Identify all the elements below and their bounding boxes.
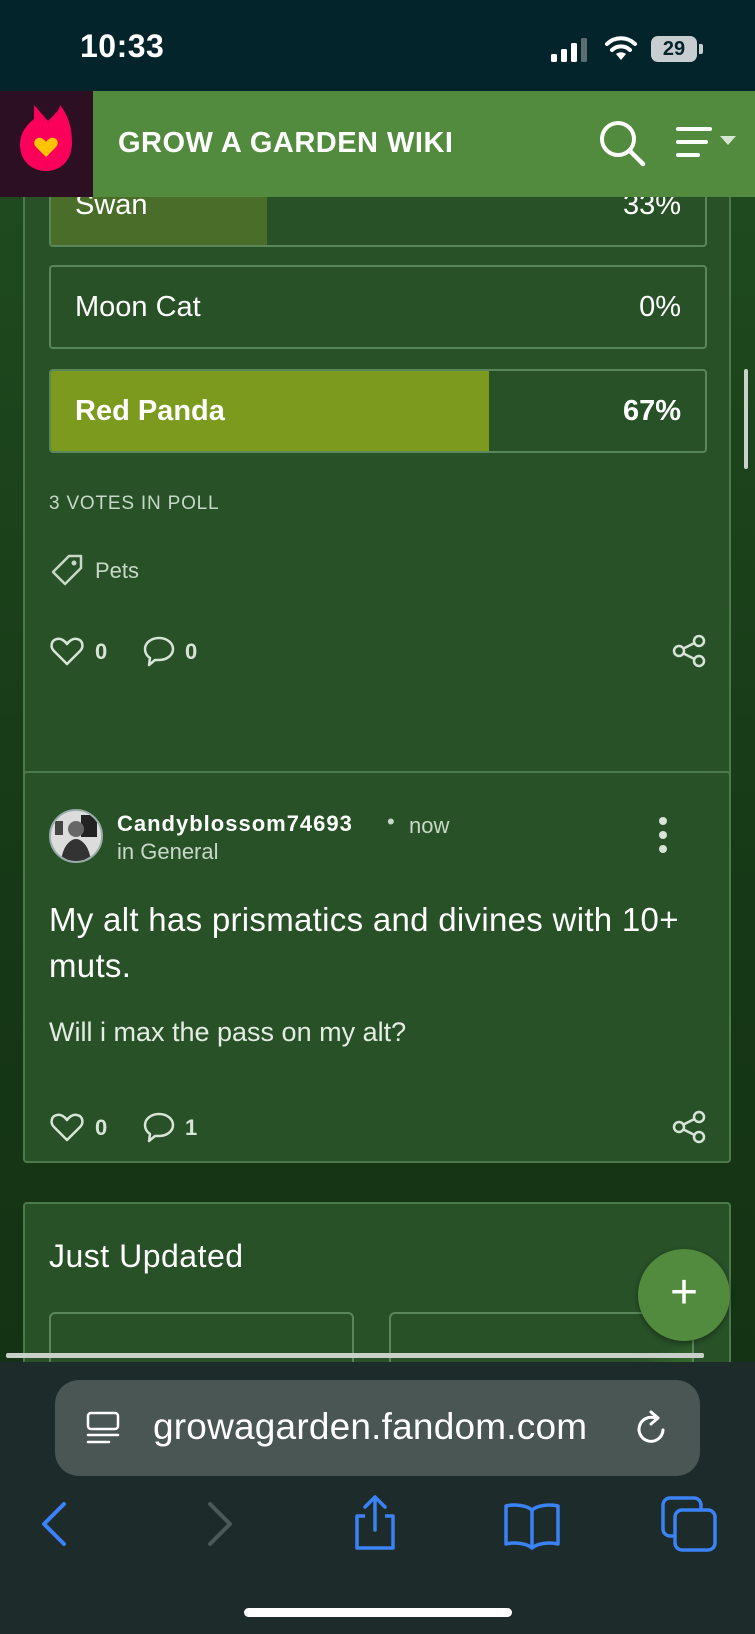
battery-level: 29: [662, 38, 686, 60]
comment-icon[interactable]: [141, 1109, 177, 1145]
create-post-button[interactable]: +: [638, 1249, 730, 1341]
wifi-icon: [605, 36, 637, 60]
plus-icon: +: [669, 1266, 699, 1319]
battery-icon: 29: [651, 36, 703, 62]
comment-icon[interactable]: [141, 633, 177, 669]
reload-icon[interactable]: [633, 1408, 671, 1448]
post-actions: 0 1: [49, 1109, 709, 1149]
home-indicator[interactable]: [244, 1608, 512, 1617]
poll-option-percent: 33%: [622, 197, 681, 221]
tag-icon: [51, 554, 83, 586]
forward-icon[interactable]: [188, 1494, 248, 1554]
avatar[interactable]: [49, 809, 103, 863]
poll-option-red-panda[interactable]: Red Panda 67%: [49, 369, 707, 453]
poll-vote-count: 3 VOTES IN POLL: [49, 493, 220, 514]
post-title[interactable]: My alt has prismatics and divines with 1…: [49, 897, 699, 989]
like-count: 0: [95, 639, 108, 664]
cellular-signal-icon: [551, 38, 587, 62]
browser-toolbar: growagarden.fandom.com: [0, 1362, 755, 1634]
separator-dot: •: [387, 809, 395, 834]
page-load-indicator: [6, 1353, 704, 1358]
menu-icon[interactable]: [676, 124, 742, 164]
discussion-post-card[interactable]: Candyblossom74693 • now in General My al…: [23, 771, 731, 1163]
just-updated-card: Just Updated: [23, 1202, 731, 1362]
url-text: growagarden.fandom.com: [153, 1406, 588, 1447]
heart-icon[interactable]: [49, 1109, 85, 1145]
status-bar: 10:33 29: [0, 0, 755, 91]
reader-mode-icon[interactable]: [85, 1410, 121, 1446]
poll-option-label: Moon Cat: [75, 291, 201, 323]
poll-option-label: Swan: [75, 197, 148, 221]
wiki-title[interactable]: GROW A GARDEN WIKI: [118, 127, 454, 160]
bookmarks-icon[interactable]: [502, 1494, 562, 1554]
section-title: Just Updated: [49, 1238, 244, 1274]
post-body: Will i max the pass on my alt?: [49, 1017, 407, 1047]
tag-label: Pets: [95, 558, 140, 583]
wiki-header: GROW A GARDEN WIKI: [0, 91, 755, 197]
tabs-icon[interactable]: [659, 1494, 719, 1554]
heart-icon[interactable]: [49, 633, 85, 669]
back-icon[interactable]: [26, 1494, 86, 1554]
comment-count: 1: [185, 1115, 198, 1140]
address-bar[interactable]: growagarden.fandom.com: [55, 1380, 700, 1476]
poll-option-label: Red Panda: [75, 395, 225, 427]
poll-option-moon-cat[interactable]: Moon Cat 0%: [49, 265, 707, 349]
share-icon[interactable]: [345, 1494, 405, 1554]
user-avatar-image: [51, 811, 101, 861]
like-count: 0: [95, 1115, 108, 1140]
scrollbar[interactable]: [744, 369, 748, 469]
fandom-flame-icon: [20, 105, 72, 171]
poll-option-percent: 0%: [639, 291, 681, 323]
feed[interactable]: Swan 33% Moon Cat 0% Red Panda 67% 3 VOT…: [0, 197, 755, 1362]
post-category[interactable]: in General: [117, 839, 219, 865]
share-icon[interactable]: [671, 633, 707, 669]
author-name[interactable]: Candyblossom74693: [117, 811, 353, 837]
share-icon[interactable]: [671, 1109, 707, 1145]
comment-count: 0: [185, 639, 198, 664]
fandom-logo[interactable]: [0, 91, 93, 197]
poll-actions: 0 0: [49, 633, 709, 673]
status-time: 10:33: [80, 28, 165, 64]
poll-option-percent: 67%: [622, 395, 681, 427]
search-icon[interactable]: [597, 118, 647, 168]
poll-option-swan[interactable]: Swan 33%: [49, 197, 707, 247]
more-options-icon[interactable]: [651, 815, 675, 855]
post-time: now: [409, 813, 450, 838]
